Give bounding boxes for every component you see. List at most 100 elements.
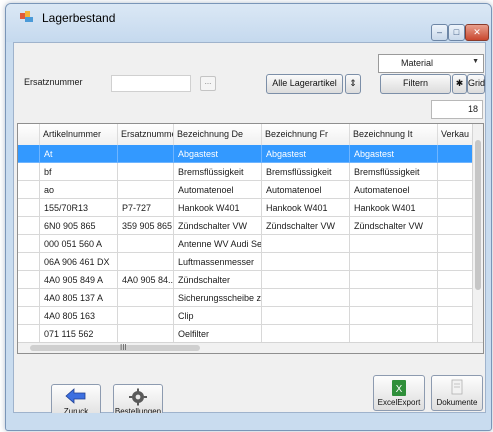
table-cell[interactable] [262,289,350,307]
table-row[interactable]: ao Automatenoel Automatenoel Automatenoel [18,181,483,199]
table-cell[interactable] [438,145,473,163]
table-cell[interactable] [438,235,473,253]
reset-filter-button[interactable]: ✱ [452,74,467,94]
table-cell[interactable]: Zündschalter [174,271,262,289]
column-header[interactable]: Ersatznummer [118,124,174,145]
table-row[interactable]: 6N0 905 865 359 905 865 Zündschalter VW Zün… [18,217,483,235]
column-header[interactable]: Bezeichnung It [350,124,438,145]
table-cell[interactable] [350,289,438,307]
category-select[interactable]: Material ▼ [378,54,484,73]
column-header[interactable]: Artikelnummer [40,124,118,145]
filter-button[interactable]: Filtern [380,74,451,94]
table-cell[interactable] [118,289,174,307]
column-header[interactable]: Bezeichnung Fr [262,124,350,145]
row-header[interactable] [18,253,40,271]
table-row[interactable]: At Abgastest Abgastest Abgastest [18,145,483,163]
table-cell[interactable] [350,325,438,343]
table-cell[interactable]: Antenne WV Audi Se... [174,235,262,253]
table-cell[interactable]: Automatenoel [350,181,438,199]
table-cell[interactable]: Hankook W401 [350,199,438,217]
grid-button[interactable]: Grid [467,74,485,94]
table-cell[interactable] [118,163,174,181]
table-cell[interactable]: Automatenoel [262,181,350,199]
table-cell[interactable] [262,271,350,289]
table-cell[interactable] [350,253,438,271]
table-cell[interactable]: 4A0 805 137 A [40,289,118,307]
table-cell[interactable]: 155/70R13 [40,199,118,217]
browse-button[interactable]: ... [200,76,216,91]
table-row[interactable]: 071 115 562 Oelfilter [18,325,483,343]
table-cell[interactable]: 06A 906 461 DX [40,253,118,271]
table-cell[interactable] [438,325,473,343]
vertical-scroll-thumb[interactable] [475,140,481,290]
table-cell[interactable]: 000 051 560 A [40,235,118,253]
table-cell[interactable] [262,307,350,325]
table-cell[interactable]: 071 115 562 [40,325,118,343]
table-cell[interactable]: Luftmassenmesser [174,253,262,271]
row-header[interactable] [18,181,40,199]
row-header[interactable] [18,217,40,235]
table-cell[interactable]: Hankook W401 [262,199,350,217]
table-cell[interactable]: Zündschalter VW [174,217,262,235]
table-cell[interactable] [118,325,174,343]
table-row[interactable]: 4A0 905 849 A 4A0 905 84... Zündschalter [18,271,483,289]
sort-toggle-button[interactable]: ⇕ [345,74,361,94]
table-cell[interactable] [262,325,350,343]
row-header[interactable] [18,145,40,163]
horizontal-scroll-thumb[interactable]: III [30,343,200,352]
horizontal-scrollbar[interactable]: III [18,342,483,353]
ersatz-input[interactable] [111,75,191,92]
table-cell[interactable] [438,163,473,181]
row-header[interactable] [18,307,40,325]
table-cell[interactable] [350,271,438,289]
table-row[interactable]: 4A0 805 163 Clip [18,307,483,325]
table-cell[interactable]: Automatenoel [174,181,262,199]
table-cell[interactable]: 4A0 905 849 A [40,271,118,289]
table-cell[interactable] [350,307,438,325]
table-cell[interactable] [438,181,473,199]
table-cell[interactable]: Oelfilter [174,325,262,343]
table-cell[interactable] [438,271,473,289]
table-cell[interactable]: 6N0 905 865 [40,217,118,235]
maximize-button[interactable]: □ [448,24,465,41]
table-cell[interactable]: Hankook W401 [174,199,262,217]
row-header[interactable] [18,163,40,181]
table-cell[interactable]: Abgastest [350,145,438,163]
articles-grid[interactable]: Artikelnummer Ersatznummer Bezeichnung D… [17,123,484,354]
row-header[interactable] [18,325,40,343]
table-cell[interactable] [118,253,174,271]
excel-export-button[interactable]: X ExcelExport [373,375,425,411]
table-cell[interactable]: 359 905 865 [118,217,174,235]
table-cell[interactable]: P7-727 [118,199,174,217]
table-cell[interactable] [438,307,473,325]
table-cell[interactable]: Zündschalter VW [262,217,350,235]
table-cell[interactable]: bf [40,163,118,181]
table-cell[interactable] [118,181,174,199]
table-cell[interactable]: 4A0 905 84... [118,271,174,289]
column-header[interactable]: Verkau [438,124,473,145]
table-cell[interactable] [118,235,174,253]
table-cell[interactable]: ao [40,181,118,199]
table-cell[interactable]: At [40,145,118,163]
row-header[interactable] [18,199,40,217]
table-cell[interactable] [350,235,438,253]
table-cell[interactable] [438,199,473,217]
table-cell[interactable] [438,289,473,307]
table-cell[interactable] [438,253,473,271]
table-cell[interactable]: Clip [174,307,262,325]
all-articles-button[interactable]: Alle Lagerartikel [266,74,343,94]
row-header[interactable] [18,235,40,253]
table-row[interactable]: 155/70R13 P7-727 Hankook W401 Hankook W401 H… [18,199,483,217]
table-row[interactable]: bf Bremsflüssigkeit Bremsflüssigkeit Bremsf… [18,163,483,181]
table-cell[interactable]: Bremsflüssigkeit [262,163,350,181]
table-cell[interactable]: 4A0 805 163 [40,307,118,325]
table-cell[interactable]: Bremsflüssigkeit [350,163,438,181]
table-row[interactable]: 000 051 560 A Antenne WV Audi Se... [18,235,483,253]
close-button[interactable]: ✕ [465,24,489,41]
table-cell[interactable]: Abgastest [174,145,262,163]
table-cell[interactable] [118,307,174,325]
table-cell[interactable]: Abgastest [262,145,350,163]
column-header[interactable]: Bezeichnung De [174,124,262,145]
table-cell[interactable] [262,253,350,271]
table-cell[interactable] [118,145,174,163]
